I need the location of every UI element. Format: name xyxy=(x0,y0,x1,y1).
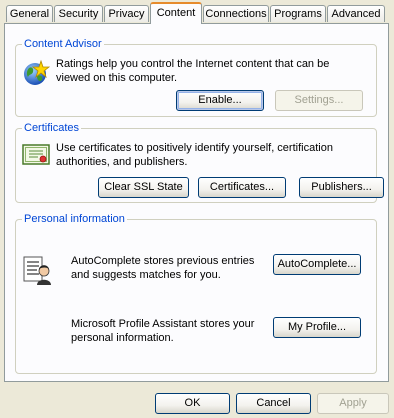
content-advisor-desc-2: viewed on this computer. xyxy=(56,72,178,84)
clear-ssl-state-button[interactable]: Clear SSL State xyxy=(98,177,189,198)
cancel-button[interactable]: Cancel xyxy=(236,393,311,414)
autocomplete-desc-2: and suggests matches for you. xyxy=(71,269,221,281)
content-tab-page: Content Advisor Ratings help you control… xyxy=(4,23,389,382)
tab-general[interactable]: General xyxy=(6,5,53,22)
personal-information-title: Personal information xyxy=(22,212,127,226)
certificates-group: Certificates Use certificates to positiv… xyxy=(15,121,384,203)
autocomplete-form-icon xyxy=(22,254,52,286)
autocomplete-desc-1: AutoComplete stores previous entries xyxy=(71,255,255,267)
tab-connections[interactable]: Connections xyxy=(203,5,269,22)
certificates-title: Certificates xyxy=(22,121,82,135)
certificates-desc-2: authorities, and publishers. xyxy=(56,156,188,168)
tab-security[interactable]: Security xyxy=(54,5,103,22)
tab-privacy[interactable]: Privacy xyxy=(104,5,149,22)
ok-button[interactable]: OK xyxy=(155,393,230,414)
certificates-desc-1: Use certificates to positively identify … xyxy=(56,142,333,154)
globe-star-icon xyxy=(22,59,51,87)
tab-content[interactable]: Content xyxy=(150,2,202,24)
apply-button[interactable]: Apply xyxy=(317,393,389,414)
profile-assistant-desc-2: personal information. xyxy=(71,332,174,344)
content-advisor-title: Content Advisor xyxy=(22,37,104,51)
content-advisor-desc-1: Ratings help you control the Internet co… xyxy=(56,58,330,70)
tab-advanced[interactable]: Advanced xyxy=(327,5,385,22)
autocomplete-button[interactable]: AutoComplete... xyxy=(273,254,361,275)
settings-button[interactable]: Settings... xyxy=(275,90,363,111)
content-advisor-group: Content Advisor Ratings help you control… xyxy=(15,37,377,117)
personal-information-group: Personal information AutoComplete stores… xyxy=(15,212,377,374)
profile-assistant-desc-1: Microsoft Profile Assistant stores your xyxy=(71,318,255,330)
certificate-icon xyxy=(22,143,50,167)
publishers-button[interactable]: Publishers... xyxy=(299,177,384,198)
my-profile-button[interactable]: My Profile... xyxy=(273,317,361,338)
tab-programs[interactable]: Programs xyxy=(270,5,326,22)
certificates-button[interactable]: Certificates... xyxy=(198,177,286,198)
enable-button[interactable]: Enable... xyxy=(176,90,264,111)
